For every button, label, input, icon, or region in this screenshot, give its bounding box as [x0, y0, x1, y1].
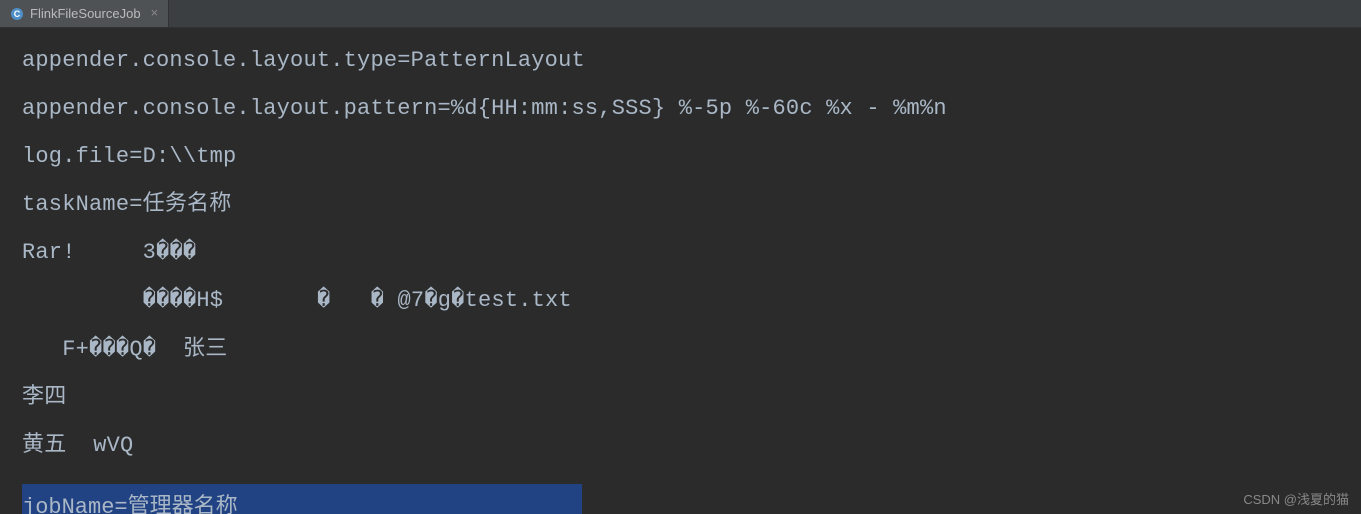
tab-label: FlinkFileSourceJob [30, 6, 141, 21]
watermark: CSDN @浅夏的猫 [1243, 489, 1349, 508]
code-line: jobName=管理器名称 [22, 488, 238, 514]
svg-text:C: C [14, 9, 21, 19]
tab-flink-file-source-job[interactable]: C FlinkFileSourceJob × [0, 0, 169, 27]
code-line: taskName=任务名称 [22, 188, 1339, 222]
code-line: F+���Q� 张三 [22, 333, 1339, 367]
code-line: 李四 [22, 381, 1339, 415]
code-line: log.file=D:\\tmp [22, 140, 1339, 174]
code-line: ����H$ � � @7�g�test.txt [22, 284, 1339, 318]
code-line: Rar! 3��� [22, 236, 1339, 270]
java-class-icon: C [10, 7, 24, 21]
tab-bar: C FlinkFileSourceJob × [0, 0, 1361, 28]
editor-area[interactable]: appender.console.layout.type=PatternLayo… [0, 28, 1361, 514]
code-line: appender.console.layout.type=PatternLayo… [22, 44, 1339, 78]
close-icon[interactable]: × [151, 6, 159, 21]
code-line: 黄五 wVQ [22, 429, 1339, 463]
code-line: appender.console.layout.pattern=%d{HH:mm… [22, 92, 1339, 126]
